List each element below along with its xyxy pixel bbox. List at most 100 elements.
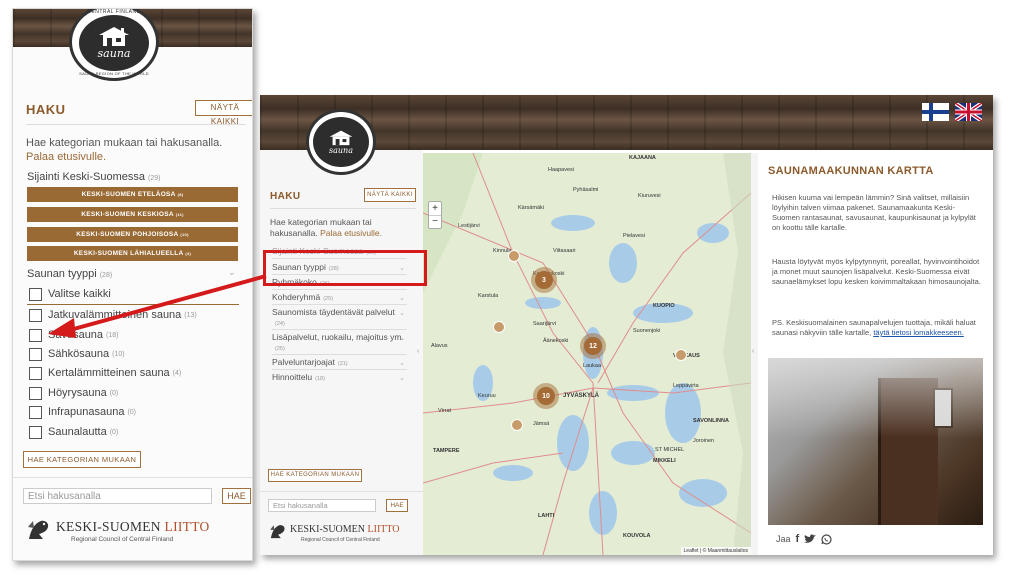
checkbox-sauna-raft[interactable]: Saunalautta (0) — [29, 424, 118, 440]
map-cluster-marker[interactable]: 3 — [531, 267, 557, 293]
show-all-button[interactable]: NÄYTÄ KAIKKI — [364, 188, 416, 202]
uk-flag-icon[interactable] — [955, 103, 982, 121]
map-attribution[interactable]: Leaflet | © Maanmittauslaitos — [680, 547, 751, 555]
finnish-flag-icon[interactable] — [922, 103, 949, 121]
haku-heading: HAKU — [270, 191, 301, 202]
map-place-label: Laukaa — [583, 363, 602, 369]
region-central-label: KESKI-SUOMEN KESKIOSA — [81, 211, 174, 218]
map-place-label: LAHTI — [538, 513, 555, 519]
map[interactable]: + − KAJAANA Haapavesi Pyhäsalmi Kiuruves… — [423, 153, 751, 555]
checkbox-box[interactable] — [29, 425, 42, 439]
category-additional-services[interactable]: Lisäpalvelut, ruokailu, majoitus ym. (25)… — [272, 332, 407, 355]
map-place-label: KUOPIO — [653, 303, 675, 309]
cluster-count: 10 — [537, 387, 555, 405]
region-button-north[interactable]: KESKI-SUOMEN POHJOISOSA (10) — [27, 227, 238, 242]
map-place-label: Joroinen — [693, 438, 715, 444]
info-paragraph: Hikisen kuuma vai lempeän lämmin? Sinä v… — [772, 193, 976, 232]
checkbox-box[interactable] — [29, 366, 42, 380]
org-name-main: KESKI-SUOMEN — [56, 519, 165, 534]
map-place-label: Viitasaari — [553, 248, 576, 254]
category-extra-services[interactable]: Saunomista täydentävät palvelut (24) ⌄ — [272, 307, 407, 330]
back-home-link[interactable]: Palaa etusivulle. — [26, 151, 106, 163]
whatsapp-icon[interactable] — [821, 533, 832, 545]
sauna-logo[interactable]: sauna — [306, 109, 376, 175]
location-label: Sijainti Keski-Suomessa — [27, 171, 145, 183]
region-south-count: (8) — [177, 192, 184, 197]
show-all-button[interactable]: NÄYTÄ KAIKKI — [195, 100, 252, 126]
zoom-in-button[interactable]: + — [429, 202, 441, 216]
form-link[interactable]: täytä tietosi lomakkeeseen. — [873, 328, 963, 337]
org-name-accent: LIITTO — [367, 524, 400, 535]
checkbox-count: (4) — [172, 369, 182, 377]
chevron-down-icon: ⌄ — [399, 295, 405, 302]
info-paragraph: PS. Keskisuomalainen saunapalvelujen tuo… — [772, 318, 982, 338]
region-south-label: KESKI-SUOMEN ETELÄOSA — [81, 191, 176, 198]
region-button-south[interactable]: KESKI-SUOMEN ETELÄOSA (8) — [27, 187, 238, 202]
map-place-label: MIKKELI — [653, 458, 676, 464]
checkbox-infrared-sauna[interactable]: Infrapunasauna (0) — [29, 404, 136, 420]
region-nearby-label: KESKI-SUOMEN LÄHIALUEELLA — [73, 250, 184, 257]
sauna-photo — [768, 358, 983, 525]
intro-text: Hae kategorian mukaan tai hakusanalla. P… — [26, 136, 241, 164]
checkbox-box[interactable] — [29, 405, 42, 419]
map-place-label: Jämsä — [533, 421, 550, 427]
sauna-logo[interactable]: CENTRAL FINLAND sauna SAUNA REGION OF TH… — [69, 9, 159, 81]
category-pricing[interactable]: Hinnoittelu (18) ⌄ — [272, 372, 407, 384]
search-by-category-button[interactable]: HAE KATEGORIAN MUKAAN — [23, 451, 141, 468]
facebook-icon[interactable]: f — [796, 533, 800, 545]
map-place-label: Leppävirta — [673, 383, 699, 389]
sauna-marker-icon[interactable] — [493, 321, 505, 333]
map-place-label: Suonenjoki — [633, 328, 661, 334]
chevron-down-icon: ⌄ — [399, 310, 405, 317]
intro-label: Hae kategorian mukaan tai hakusanalla. — [26, 137, 223, 149]
checkbox-batch-heated[interactable]: Kertalämmitteinen sauna (4) — [29, 365, 181, 381]
twitter-icon[interactable] — [804, 534, 817, 544]
search-input[interactable]: Etsi hakusanalla — [23, 488, 212, 504]
region-button-central[interactable]: KESKI-SUOMEN KESKIOSA (11) — [27, 207, 238, 222]
chevron-right-icon[interactable]: ‹ — [752, 348, 754, 355]
info-paragraph: Hausta löytyvät myös kylpytynnyrit, pore… — [772, 257, 981, 286]
search-button[interactable]: HAE — [386, 499, 408, 512]
info-title: SAUNAMAAKUNNAN KARTTA — [768, 165, 934, 177]
org-name: KESKI-SUOMEN LIITTO — [290, 524, 400, 535]
map-place-label: Lestijärvi — [458, 223, 480, 229]
checkbox-steam-sauna[interactable]: Höyrysauna (0) — [29, 385, 118, 401]
search-button[interactable]: HAE — [222, 488, 251, 504]
org-name-accent: LIITTO — [164, 519, 210, 534]
sauna-marker-icon[interactable] — [675, 349, 687, 361]
map-place-label: TAMPERE — [433, 448, 460, 454]
region-button-nearby[interactable]: KESKI-SUOMEN LÄHIALUEELLA (4) — [27, 246, 238, 261]
search-input[interactable]: Etsi hakusanalla — [268, 499, 376, 512]
zoom-control: + − — [428, 201, 442, 229]
org-name: KESKI-SUOMEN LIITTO — [56, 519, 210, 535]
region-central-count: (11) — [175, 212, 184, 217]
chevron-left-icon[interactable]: ‹ — [417, 348, 419, 355]
map-place-label: KOUVOLA — [623, 533, 651, 539]
map-cluster-marker[interactable]: 12 — [580, 333, 606, 359]
map-place-label: Keuruu — [478, 393, 496, 399]
steam-overlay — [768, 358, 983, 438]
zoom-out-button[interactable]: − — [429, 216, 441, 229]
map-cluster-marker[interactable]: 10 — [533, 383, 559, 409]
org-subtitle: Regional Council of Central Finland — [301, 537, 380, 543]
region-north-label: KESKI-SUOMEN POHJOISOSA — [76, 231, 179, 238]
category-providers[interactable]: Palveluntarjoajat (21) ⌄ — [272, 357, 407, 370]
location-count: (29) — [148, 175, 161, 182]
org-subtitle: Regional Council of Central Finland — [71, 536, 174, 543]
highlight-box — [263, 250, 427, 286]
region-nearby-count: (4) — [185, 251, 192, 256]
checkbox-box[interactable] — [29, 386, 42, 400]
divider — [13, 477, 252, 478]
sauna-marker-icon[interactable] — [508, 250, 520, 262]
category-target-group[interactable]: Kohderyhmä (25) ⌄ — [272, 292, 407, 305]
map-place-label: Pyhäsalmi — [573, 187, 599, 193]
location-category[interactable]: Sijainti Keski-Suomessa (29) — [27, 171, 160, 183]
map-place-label: Virrat — [438, 408, 452, 414]
category-count: (18) — [315, 376, 325, 382]
search-by-category-button[interactable]: HAE KATEGORIAN MUKAAN — [268, 469, 362, 482]
back-home-link[interactable]: Palaa etusivulle. — [320, 228, 382, 238]
sauna-marker-icon[interactable] — [511, 419, 523, 431]
checkbox-count: (0) — [127, 408, 137, 416]
map-place-label: Kiuruvesi — [638, 193, 661, 199]
map-place-label: Alavus — [431, 343, 448, 349]
